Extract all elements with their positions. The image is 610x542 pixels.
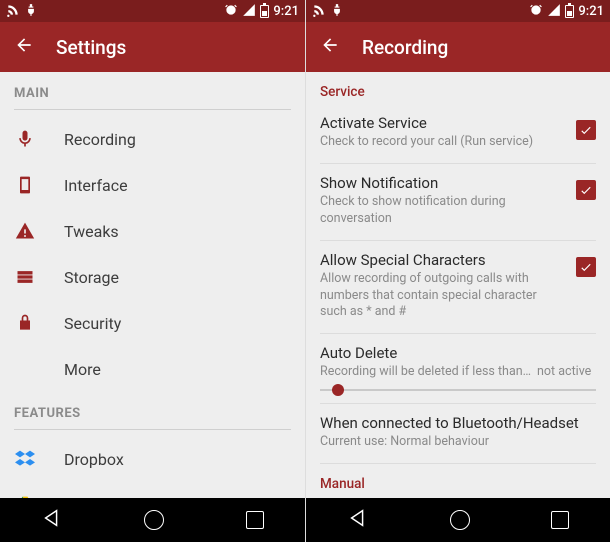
app-bar: Recording <box>306 22 610 72</box>
rss-icon <box>6 3 20 20</box>
section-header-service: Service <box>306 72 610 104</box>
menu-item-security[interactable]: Security <box>0 300 305 346</box>
menu-label: Tweaks <box>64 222 119 241</box>
section-header-main: MAIN <box>0 72 305 116</box>
menu-label: Dropbox <box>64 450 124 469</box>
settings-content: MAIN Recording Interface Tweaks Storage … <box>0 72 305 498</box>
battery-icon <box>565 5 574 18</box>
menu-label: More <box>64 360 101 379</box>
storage-icon <box>14 267 36 287</box>
nav-recent-icon[interactable] <box>551 511 569 529</box>
menu-label: Storage <box>64 268 119 287</box>
alarm-icon <box>529 3 543 20</box>
alarm-icon <box>224 3 238 20</box>
slider[interactable] <box>320 389 596 391</box>
menu-item-recording[interactable]: Recording <box>0 116 305 162</box>
status-bar: 9:21 <box>0 0 305 22</box>
menu-label: Security <box>64 314 121 333</box>
setting-subtitle: Recording will be deleted if less than…n… <box>320 364 596 381</box>
rss-icon <box>312 3 326 20</box>
status-time: 9:21 <box>578 4 604 19</box>
section-header-features: FEATURES <box>0 392 305 436</box>
menu-item-more[interactable]: More <box>0 346 305 392</box>
nav-back-icon[interactable] <box>347 507 369 533</box>
setting-title: Allow Special Characters <box>320 251 566 269</box>
recording-content: Service Activate Service Check to record… <box>306 72 610 498</box>
warning-icon <box>14 221 36 241</box>
settings-screen: 9:21 Settings MAIN Recording Interface T… <box>0 0 305 542</box>
back-icon[interactable] <box>320 35 340 59</box>
plug-icon <box>24 3 38 20</box>
setting-special-characters[interactable]: Allow Special Characters Allow recording… <box>306 241 610 334</box>
setting-title: Show Notification <box>320 174 566 192</box>
mic-icon <box>14 129 36 149</box>
menu-item-tweaks[interactable]: Tweaks <box>0 208 305 254</box>
plug-icon <box>330 3 344 20</box>
menu-label: Recording <box>64 130 136 149</box>
setting-title: Activate Service <box>320 114 566 132</box>
setting-subtitle: Check to show notification during conver… <box>320 194 566 228</box>
checkbox[interactable] <box>576 257 596 277</box>
setting-subtitle: Allow recording of outgoing calls with n… <box>320 271 566 322</box>
menu-item-dropbox[interactable]: Dropbox <box>0 436 305 482</box>
section-header-manual: Manual <box>306 464 610 496</box>
nav-home-icon[interactable] <box>144 510 164 530</box>
setting-title: Auto Delete <box>320 344 596 362</box>
page-title: Settings <box>56 36 126 59</box>
app-bar: Settings <box>0 22 305 72</box>
nav-recent-icon[interactable] <box>246 511 264 529</box>
checkbox[interactable] <box>576 120 596 140</box>
dropbox-icon <box>14 449 36 469</box>
page-title: Recording <box>362 36 448 59</box>
nav-bar <box>306 498 610 542</box>
slider-thumb[interactable] <box>332 384 344 396</box>
status-bar: 9:21 <box>306 0 610 22</box>
status-time: 9:21 <box>273 4 299 19</box>
nav-back-icon[interactable] <box>41 507 63 533</box>
setting-subtitle: Check to record your call (Run service) <box>320 134 566 151</box>
setting-auto-delete[interactable]: Auto Delete Recording will be deleted if… <box>306 334 610 403</box>
setting-title: When connected to Bluetooth/Headset <box>320 414 596 432</box>
signal-icon <box>242 3 256 20</box>
menu-item-interface[interactable]: Interface <box>0 162 305 208</box>
nav-bar <box>0 498 305 542</box>
lock-icon <box>14 313 36 333</box>
back-icon[interactable] <box>14 35 34 59</box>
setting-show-notification[interactable]: Show Notification Check to show notifica… <box>306 164 610 240</box>
setting-activate-service[interactable]: Activate Service Check to record your ca… <box>306 104 610 163</box>
phone-icon <box>14 175 36 195</box>
menu-label: Interface <box>64 176 128 195</box>
menu-item-google-drive[interactable]: Google Drive <box>0 482 305 498</box>
nav-home-icon[interactable] <box>450 510 470 530</box>
battery-icon <box>260 5 269 18</box>
setting-bluetooth[interactable]: When connected to Bluetooth/Headset Curr… <box>306 404 610 463</box>
checkbox[interactable] <box>576 180 596 200</box>
setting-subtitle: Current use: Normal behaviour <box>320 434 596 451</box>
recording-screen: 9:21 Recording Service Activate Service … <box>305 0 610 542</box>
menu-item-storage[interactable]: Storage <box>0 254 305 300</box>
signal-icon <box>547 3 561 20</box>
